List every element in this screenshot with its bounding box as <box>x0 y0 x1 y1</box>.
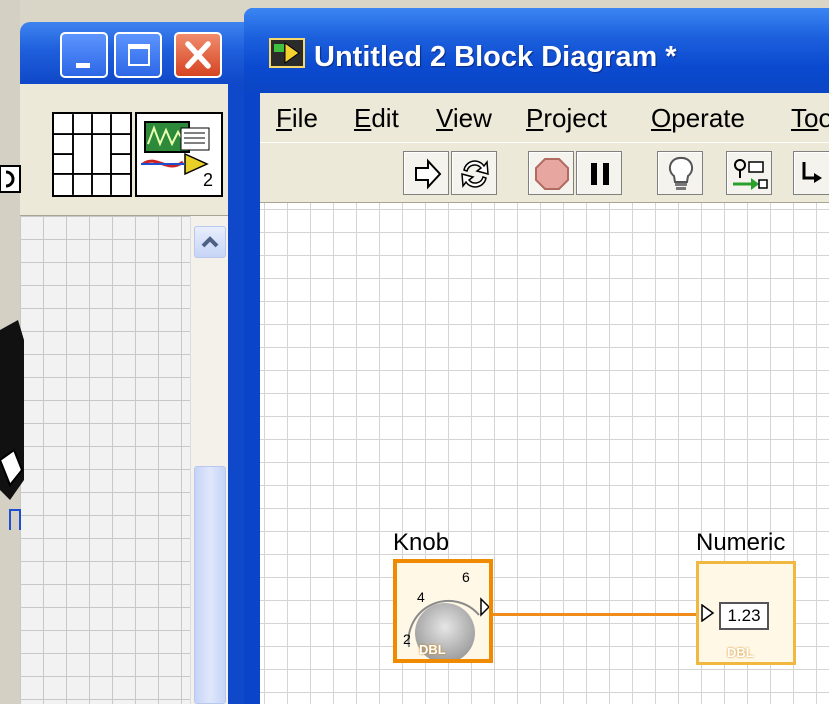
retain-wire-values-icon <box>733 159 768 190</box>
run-button[interactable] <box>403 151 449 195</box>
vertical-scrollbar[interactable] <box>190 216 228 704</box>
close-button[interactable] <box>174 32 222 78</box>
knob-mark-6: 6 <box>462 569 470 585</box>
maximize-icon <box>128 44 150 66</box>
front-panel-right-border <box>228 84 244 704</box>
front-panel-window: 2 <box>0 0 244 704</box>
highlight-execution-button[interactable] <box>657 151 703 195</box>
vi-icon-number: 2 <box>202 170 213 190</box>
numeric-value: 1.23 <box>719 602 769 630</box>
maximize-button[interactable] <box>114 32 162 78</box>
knob-mark-4: 4 <box>417 589 425 605</box>
knob-dbl-tag: DBL <box>419 642 446 657</box>
pause-button[interactable] <box>576 151 622 195</box>
numeric-label[interactable]: Numeric <box>696 529 785 557</box>
pause-icon <box>591 163 609 185</box>
run-continuously-icon <box>461 159 489 189</box>
run-continuously-button[interactable] <box>451 151 497 195</box>
block-diagram-canvas[interactable]: Knob 2 4 6 DBL Numeric 1.23 DBL <box>260 203 829 704</box>
block-diagram-icon <box>269 38 305 68</box>
knob-label[interactable]: Knob <box>393 529 449 557</box>
abort-icon <box>535 158 569 190</box>
title-bar[interactable]: Untitled 2 Block Diagram * <box>244 8 829 92</box>
menu-operate[interactable]: Operate <box>651 103 745 134</box>
chevron-up-icon <box>201 236 219 248</box>
menu-view[interactable]: View <box>436 103 492 134</box>
menu-bar: File Edit View Project Operate Too <box>260 93 829 143</box>
retain-wire-values-button[interactable] <box>726 151 772 195</box>
menu-tools[interactable]: Too <box>791 103 829 134</box>
scroll-up-button[interactable] <box>194 226 226 258</box>
knob-mark-2: 2 <box>403 631 411 647</box>
menu-project[interactable]: Project <box>526 103 607 134</box>
close-icon <box>185 41 211 69</box>
toolbar <box>260 143 829 203</box>
minimize-icon <box>76 63 90 68</box>
menu-edit[interactable]: Edit <box>354 103 399 134</box>
vi-icon[interactable]: 2 <box>135 112 223 197</box>
connector-pane-icon[interactable] <box>52 112 132 197</box>
numeric-terminal[interactable]: 1.23 DBL <box>696 561 796 665</box>
scroll-thumb[interactable] <box>194 466 226 704</box>
abort-button[interactable] <box>528 151 574 195</box>
minimize-button[interactable] <box>60 32 108 78</box>
highlight-execution-icon <box>668 156 694 190</box>
wire[interactable] <box>493 613 699 616</box>
step-into-button[interactable] <box>793 151 829 195</box>
front-panel-canvas[interactable] <box>20 216 190 704</box>
run-arrow-icon <box>415 158 442 190</box>
menu-file[interactable]: File <box>276 103 318 134</box>
numeric-dbl-tag: DBL <box>727 645 754 660</box>
knob-terminal[interactable]: 2 4 6 DBL <box>393 559 493 663</box>
desktop-shortcut-fragment <box>0 320 24 530</box>
block-diagram-window: Untitled 2 Block Diagram * File Edit Vie… <box>244 8 829 704</box>
connector-fragment-icon <box>0 165 21 193</box>
step-into-icon <box>802 162 822 183</box>
input-arrow-icon <box>701 604 715 622</box>
window-title: Untitled 2 Block Diagram * <box>314 41 677 73</box>
